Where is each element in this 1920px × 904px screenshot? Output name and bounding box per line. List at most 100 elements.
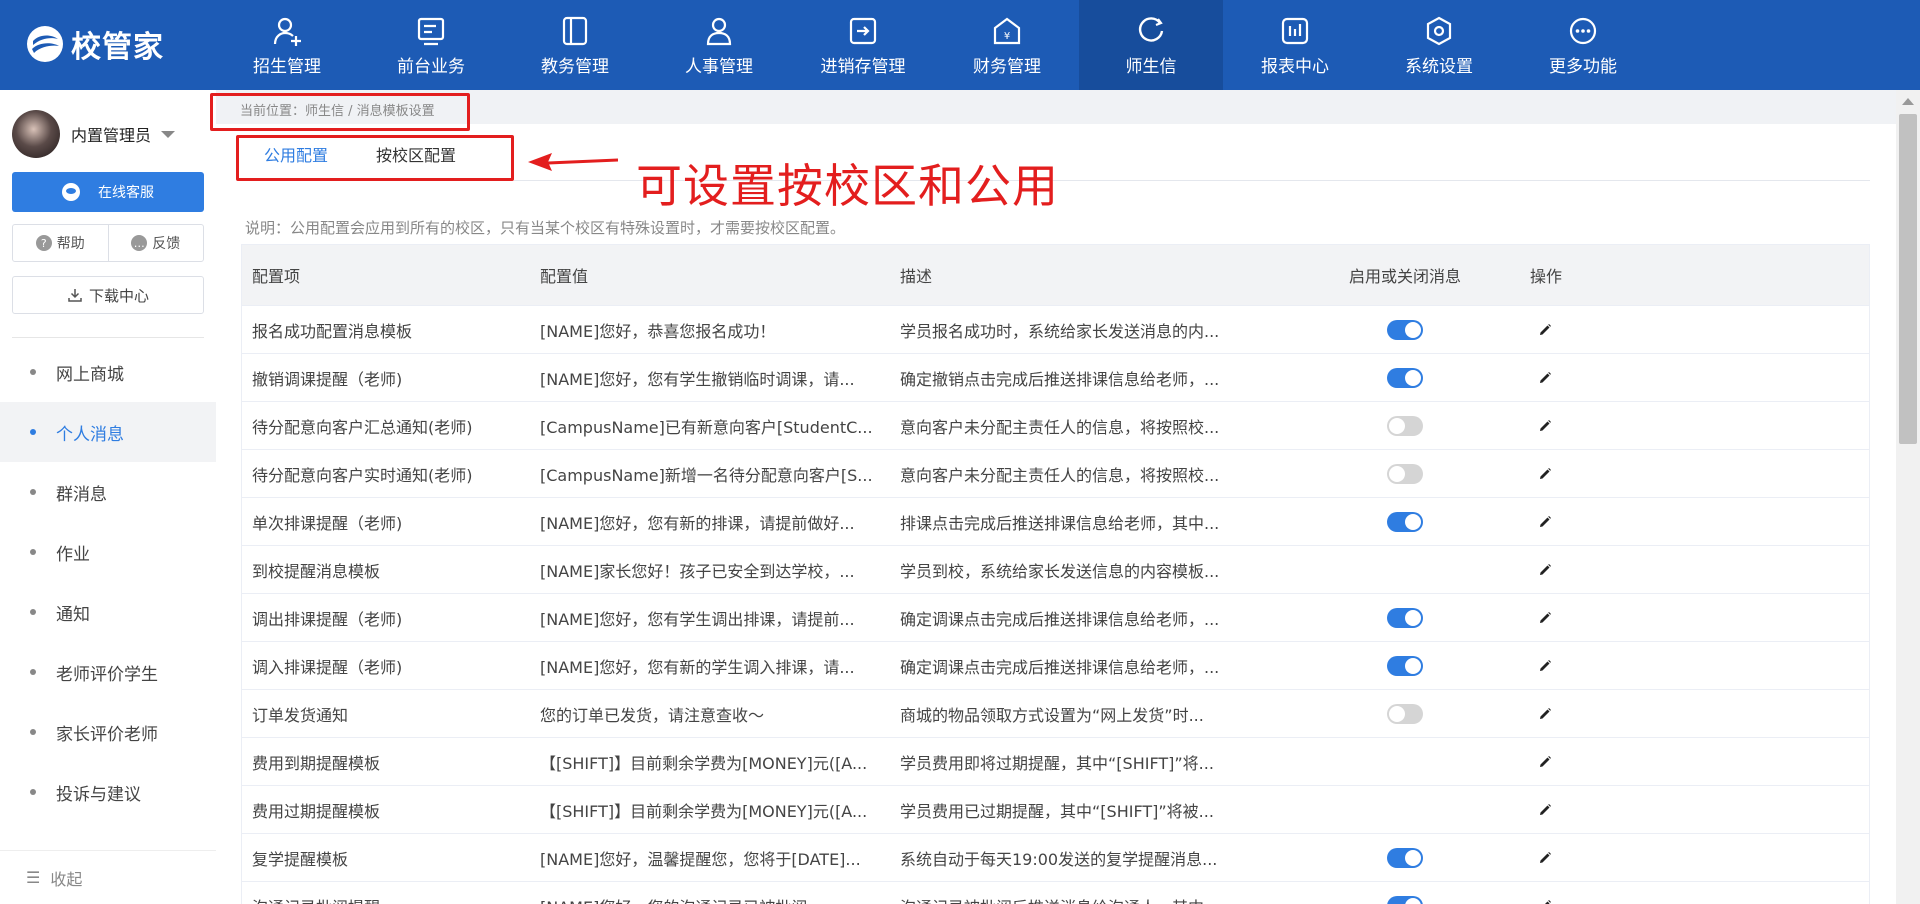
nav-item-8[interactable]: 报表中心 xyxy=(1223,0,1367,90)
nav-item-label: 财务管理 xyxy=(973,56,1041,77)
sidebar-item[interactable]: 家长评价老师 xyxy=(0,702,216,762)
edit-icon[interactable] xyxy=(1520,514,1570,530)
edit-icon[interactable] xyxy=(1520,466,1570,482)
chevron-down-icon[interactable] xyxy=(161,130,176,138)
toggle-knob xyxy=(1405,657,1421,674)
nav-item-label: 进销存管理 xyxy=(820,56,906,77)
edit-icon[interactable] xyxy=(1520,370,1570,386)
cell-item: 订单发货通知 xyxy=(252,705,349,725)
toggle-knob xyxy=(1405,369,1421,386)
chat-icon xyxy=(62,183,80,201)
sidebar-item[interactable]: 网上商城 xyxy=(0,342,216,402)
table-row: 订单发货通知 您的订单已发货，请注意查收～ 商城的物品领取方式设置为“网上发货”时.… xyxy=(242,689,1869,737)
edit-icon[interactable] xyxy=(1520,898,1570,904)
tabs-highlight-box xyxy=(236,135,514,181)
nav-item-1[interactable]: 招生管理 xyxy=(215,0,359,90)
scrollbar-thumb[interactable] xyxy=(1899,114,1917,444)
app-logo[interactable]: 校管家 xyxy=(25,22,164,66)
feedback-button[interactable]: … 反馈 xyxy=(109,225,204,261)
sidebar-item-label: 网上商城 xyxy=(56,364,124,385)
cell-desc: 确定调课点击完成后推送排课信息给老师，... xyxy=(900,609,1220,629)
collapse-label: 收起 xyxy=(50,869,83,889)
message-toggle[interactable] xyxy=(1387,367,1423,388)
sidebar-item[interactable]: 个人消息 xyxy=(0,402,216,462)
message-toggle[interactable] xyxy=(1387,463,1423,484)
nav-item-5[interactable]: 进销存管理 xyxy=(791,0,935,90)
edit-icon[interactable] xyxy=(1520,418,1570,434)
cell-desc: 学员费用即将过期提醒，其中“[SHIFT]”将... xyxy=(900,753,1214,773)
sidebar-menu: 网上商城个人消息 群消息 作业 通知 老师评价学生 家长评价老师 投诉与建议 xyxy=(0,342,216,822)
edit-icon[interactable] xyxy=(1520,850,1570,866)
help-label: 帮助 xyxy=(56,236,85,252)
edit-icon[interactable] xyxy=(1520,562,1570,578)
nav-item-4[interactable]: 人事管理 xyxy=(647,0,791,90)
nav-item-2[interactable]: 前台业务 xyxy=(359,0,503,90)
nav-item-label: 前台业务 xyxy=(397,56,465,77)
bullet-icon xyxy=(30,429,36,435)
edit-icon[interactable] xyxy=(1520,802,1570,818)
cell-item: 费用过期提醒模板 xyxy=(252,801,381,821)
cell-toggle xyxy=(1290,319,1520,340)
bullet-icon xyxy=(30,369,36,375)
user-profile[interactable]: 内置管理员 xyxy=(12,110,176,158)
cell-value: [NAME]您好，您有新的排课，请提前做好... xyxy=(540,513,855,533)
cell-value: [CampusName]新增一名待分配意向客户[S... xyxy=(540,465,873,485)
download-center-button[interactable]: 下载中心 xyxy=(12,276,204,314)
edit-icon[interactable] xyxy=(1520,322,1570,338)
nav-item-label: 师生信 xyxy=(1125,56,1177,77)
annotation-arrow-icon xyxy=(528,153,618,171)
cell-desc: 确定调课点击完成后推送排课信息给老师，... xyxy=(900,657,1220,677)
table-body: 报名成功配置消息模板 [NAME]您好，恭喜您报名成功！ 学员报名成功时，系统给家长… xyxy=(242,305,1869,904)
sidebar-item[interactable]: 通知 xyxy=(0,582,216,642)
edit-icon[interactable] xyxy=(1520,754,1570,770)
sidebar-item[interactable]: 投诉与建议 xyxy=(0,762,216,822)
cell-item: 撤销调课提醒（老师) xyxy=(252,369,403,389)
toggle-knob xyxy=(1405,513,1421,530)
help-button[interactable]: ? 帮助 xyxy=(13,225,109,261)
table-row: 待分配意向客户实时通知(老师) [CampusName]新增一名待分配意向客户[S… xyxy=(242,449,1869,497)
nav-item-7[interactable]: 师生信 xyxy=(1079,0,1223,90)
message-toggle[interactable] xyxy=(1387,847,1423,868)
message-toggle[interactable] xyxy=(1387,655,1423,676)
online-service-button[interactable]: 在线客服 xyxy=(12,172,204,212)
top-navigation-bar: 校管家 招生管理 前台业务 教务管理 人事管理 进销存管理 ¥ 财务管理 师生信 报表中心 系统设… xyxy=(0,0,1920,90)
sidebar-item[interactable]: 群消息 xyxy=(0,462,216,522)
nav-item-6[interactable]: ¥ 财务管理 xyxy=(935,0,1079,90)
collapse-button[interactable]: ☰ 收起 xyxy=(0,850,216,904)
sidebar-item[interactable]: 老师评价学生 xyxy=(0,642,216,702)
nav-item-9[interactable]: 系统设置 xyxy=(1367,0,1511,90)
nav-item-3[interactable]: 教务管理 xyxy=(503,0,647,90)
config-note: 说明：公用配置会应用到所有的校区，只有当某个校区有特殊设置时，才需要按校区配置。 xyxy=(245,219,846,237)
cell-value: [NAME]您好，温馨提醒您，您将于[DATE]... xyxy=(540,849,861,869)
table-row: 单次排课提醒（老师) [NAME]您好，您有新的排课，请提前做好... 排课点击完成… xyxy=(242,497,1869,545)
message-toggle[interactable] xyxy=(1387,703,1423,724)
message-toggle[interactable] xyxy=(1387,319,1423,340)
user-add-icon xyxy=(270,14,304,48)
edit-icon[interactable] xyxy=(1520,658,1570,674)
collapse-icon: ☰ xyxy=(26,868,41,887)
message-toggle[interactable] xyxy=(1387,415,1423,436)
cell-item: 费用到期提醒模板 xyxy=(252,753,381,773)
nav-item-label: 人事管理 xyxy=(685,56,753,77)
sidebar-item[interactable]: 作业 xyxy=(0,522,216,582)
cell-desc: 学员报名成功时，系统给家长发送消息的内... xyxy=(900,321,1220,341)
edit-icon[interactable] xyxy=(1520,610,1570,626)
feedback-label: 反馈 xyxy=(152,236,181,252)
message-toggle[interactable] xyxy=(1387,607,1423,628)
nav-item-10[interactable]: 更多功能 xyxy=(1511,0,1655,90)
nav-item-label: 报表中心 xyxy=(1261,56,1329,77)
cell-toggle xyxy=(1290,847,1520,868)
cell-desc: 意向客户未分配主责任人的信息，将按照校... xyxy=(900,417,1220,437)
cell-desc: 沟通记录被批阅后推送消息给沟通人，其中... xyxy=(890,894,1290,904)
cell-item: 报名成功配置消息模板 xyxy=(252,321,413,341)
message-toggle[interactable] xyxy=(1387,895,1423,904)
page-scrollbar[interactable] xyxy=(1896,90,1920,904)
scroll-up-icon[interactable] xyxy=(1902,98,1914,105)
settings-icon xyxy=(1422,14,1456,48)
edit-icon[interactable] xyxy=(1520,706,1570,722)
cell-toggle xyxy=(1290,367,1520,388)
header-item: 配置项 xyxy=(252,267,301,286)
message-toggle[interactable] xyxy=(1387,511,1423,532)
bullet-icon xyxy=(30,549,36,555)
cell-value: [NAME]您好，恭喜您报名成功！ xyxy=(540,321,776,341)
